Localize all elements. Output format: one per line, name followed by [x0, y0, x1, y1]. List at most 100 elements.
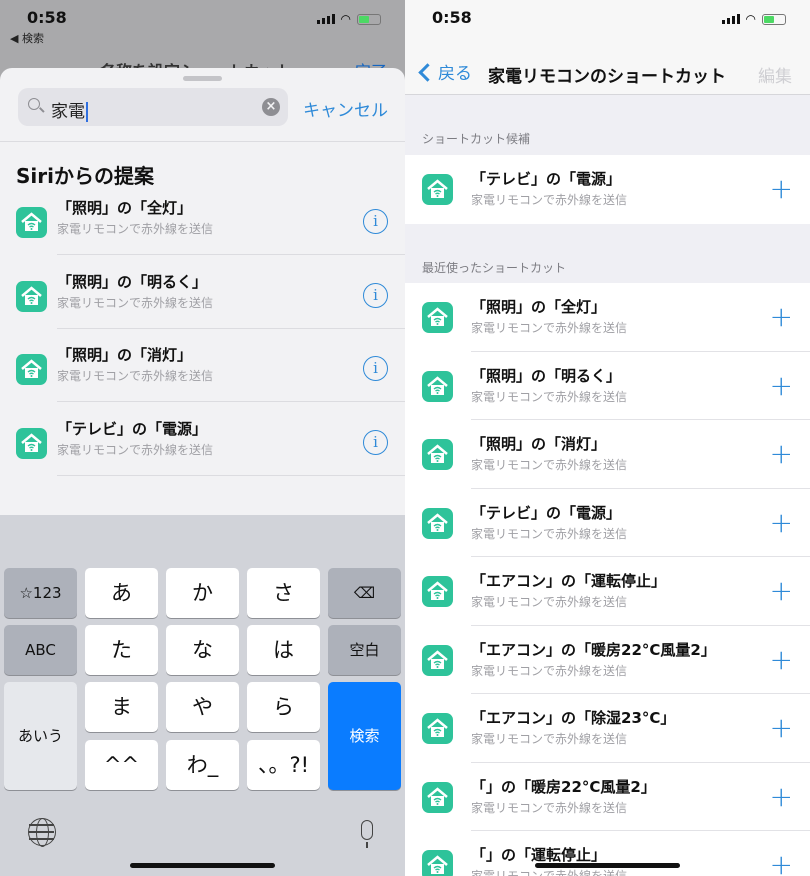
key-abc[interactable]: ABC	[4, 625, 77, 675]
globe-icon[interactable]	[28, 818, 56, 847]
add-shortcut-plus-icon[interactable]: +	[770, 574, 793, 607]
shortcut-subtitle: 家電リモコンで赤外線を送信	[471, 869, 628, 876]
key-sa[interactable]: さ	[247, 568, 320, 618]
shortcut-subtitle: 家電リモコンで赤外線を送信	[471, 458, 628, 472]
key-ra[interactable]: ら	[247, 682, 320, 732]
divider	[57, 401, 405, 402]
suggestion-title: 「テレビ」の「電源」	[57, 419, 208, 438]
add-shortcut-plus-icon[interactable]: +	[770, 711, 793, 744]
key-ka[interactable]: か	[166, 568, 239, 618]
shortcut-row[interactable]: 「」の「暖房22°C風量2」 家電リモコンで赤外線を送信 +	[405, 763, 810, 831]
search-sheet: 家電 × キャンセル Siriからの提案 「照明」の「全灯」 家電リモコンで赤外…	[0, 68, 405, 515]
info-icon[interactable]: i	[363, 209, 388, 234]
signal-icon	[316, 14, 335, 24]
shortcut-row[interactable]: 「エアコン」の「運転停止」 家電リモコンで赤外線を送信 +	[405, 557, 810, 626]
remote-app-icon	[422, 850, 453, 876]
add-shortcut-plus-icon[interactable]: +	[770, 506, 793, 539]
remote-app-icon	[16, 280, 47, 312]
key-ta[interactable]: た	[85, 625, 158, 675]
info-icon[interactable]: i	[363, 356, 388, 381]
remote-app-icon	[422, 576, 453, 607]
signal-icon	[721, 14, 740, 24]
shortcuts-screen: 0:58 ◠ 戻る 家電リモコンのショートカット 編集 ショートカット候補 「テ…	[405, 0, 810, 876]
shortcut-row[interactable]: 「照明」の「明るく」 家電リモコンで赤外線を送信 +	[405, 352, 810, 420]
suggestion-title: 「照明」の「消灯」	[57, 346, 193, 364]
info-icon[interactable]: i	[363, 429, 388, 455]
info-icon[interactable]: i	[363, 282, 388, 308]
suggestion-item[interactable]: 「照明」の「消灯」 家電リモコンで赤外線を送信 i	[0, 346, 405, 427]
microphone-icon[interactable]	[361, 820, 373, 848]
back-button[interactable]: 戻る	[415, 59, 472, 84]
shortcut-row[interactable]: 「照明」の「消灯」 家電リモコンで赤外線を送信 +	[405, 420, 810, 489]
page-title: 家電リモコンのショートカット	[488, 67, 726, 87]
divider	[57, 254, 405, 255]
add-shortcut-plus-icon[interactable]: +	[770, 780, 793, 813]
shortcut-row[interactable]: 「エアコン」の「暖房22°C風量2」 家電リモコンで赤外線を送信 +	[405, 626, 810, 694]
suggestion-item[interactable]: 「照明」の「明るく」 家電リモコンで赤外線を送信 i	[0, 273, 405, 354]
sheet-grabber[interactable]	[183, 76, 222, 81]
shortcut-subtitle: 家電リモコンで赤外線を送信	[471, 663, 628, 678]
key-a[interactable]: あ	[85, 568, 158, 618]
clear-icon[interactable]: ×	[262, 98, 280, 116]
key-ma[interactable]: ま	[85, 682, 158, 732]
key-space[interactable]: 空白	[328, 625, 401, 675]
battery-icon	[357, 13, 381, 25]
shortcut-row[interactable]: 「」の「運転停止」 家電リモコンで赤外線を送信 +	[405, 831, 810, 876]
search-input[interactable]: 家電 ×	[18, 88, 288, 126]
battery-icon	[762, 13, 786, 25]
shortcut-title: 「照明」の「明るく」	[471, 366, 622, 385]
back-label: 戻る	[438, 64, 472, 84]
key-aiu[interactable]: あいう	[4, 682, 77, 790]
suggestion-title: 「照明」の「明るく」	[57, 272, 208, 291]
cancel-button[interactable]: キャンセル	[303, 96, 388, 121]
key-search[interactable]: 検索	[328, 682, 401, 790]
candidates-list: 「テレビ」の「電源」 家電リモコンで赤外線を送信 +	[405, 155, 810, 224]
section-header-recent: 最近使ったショートカット	[422, 261, 567, 275]
remote-app-icon	[422, 507, 453, 539]
suggestion-item[interactable]: 「テレビ」の「電源」 家電リモコンで赤外線を送信 i	[0, 420, 405, 501]
key-k123[interactable]: ☆123	[4, 568, 77, 618]
key-na[interactable]: な	[166, 625, 239, 675]
remote-app-icon	[422, 370, 453, 402]
shortcut-title: 「照明」の「消灯」	[471, 435, 607, 453]
remote-app-icon	[422, 439, 453, 470]
suggestion-subtitle: 家電リモコンで赤外線を送信	[57, 295, 214, 310]
shortcut-subtitle: 家電リモコンで赤外線を送信	[471, 732, 628, 746]
shortcut-subtitle: 家電リモコンで赤外線を送信	[471, 595, 628, 609]
back-to-app-link[interactable]: ◀ 検索	[10, 30, 44, 46]
add-shortcut-plus-icon[interactable]: +	[770, 369, 793, 402]
key-kao[interactable]: ^^	[85, 740, 158, 790]
status-icons: ◠	[316, 12, 381, 26]
suggestion-subtitle: 家電リモコンで赤外線を送信	[57, 222, 214, 236]
key-del[interactable]: ⌫	[328, 568, 401, 618]
shortcut-row[interactable]: 「エアコン」の「除湿23°C」 家電リモコンで赤外線を送信 +	[405, 694, 810, 763]
text-caret	[86, 102, 88, 122]
suggestion-subtitle: 家電リモコンで赤外線を送信	[57, 442, 214, 457]
add-shortcut-plus-icon[interactable]: +	[770, 643, 793, 676]
shortcut-title: 「エアコン」の「暖房22°C風量2」	[471, 640, 716, 659]
add-shortcut-plus-icon[interactable]: +	[770, 848, 793, 876]
shortcut-row[interactable]: 「テレビ」の「電源」 家電リモコンで赤外線を送信 +	[405, 489, 810, 557]
edit-button[interactable]: 編集	[758, 62, 792, 87]
shortcut-row[interactable]: 「テレビ」の「電源」 家電リモコンで赤外線を送信 +	[405, 155, 810, 224]
add-shortcut-plus-icon[interactable]: +	[770, 300, 793, 333]
key-ya[interactable]: や	[166, 682, 239, 732]
key-wa[interactable]: わ_	[166, 740, 239, 790]
wifi-icon: ◠	[340, 12, 351, 26]
suggestion-item[interactable]: 「照明」の「全灯」 家電リモコンで赤外線を送信 i	[0, 199, 405, 280]
remote-app-icon	[16, 207, 47, 238]
status-time: 0:58	[432, 8, 472, 27]
navigation-bar: 戻る 家電リモコンのショートカット 編集	[405, 50, 810, 95]
add-shortcut-plus-icon[interactable]: +	[770, 437, 793, 470]
divider	[57, 327, 405, 329]
shortcut-title: 「テレビ」の「電源」	[471, 503, 622, 522]
shortcut-row[interactable]: 「照明」の「全灯」 家電リモコンで赤外線を送信 +	[405, 283, 810, 352]
remote-app-icon	[422, 174, 453, 205]
home-indicator	[535, 863, 680, 868]
key-punct[interactable]: 、。?!	[247, 740, 320, 790]
shortcut-title: 「テレビ」の「電源」	[471, 170, 622, 188]
add-shortcut-plus-icon[interactable]: +	[770, 172, 793, 205]
chevron-left-icon	[418, 63, 437, 82]
key-ha[interactable]: は	[247, 625, 320, 675]
shortcut-subtitle: 家電リモコンで赤外線を送信	[471, 321, 628, 335]
